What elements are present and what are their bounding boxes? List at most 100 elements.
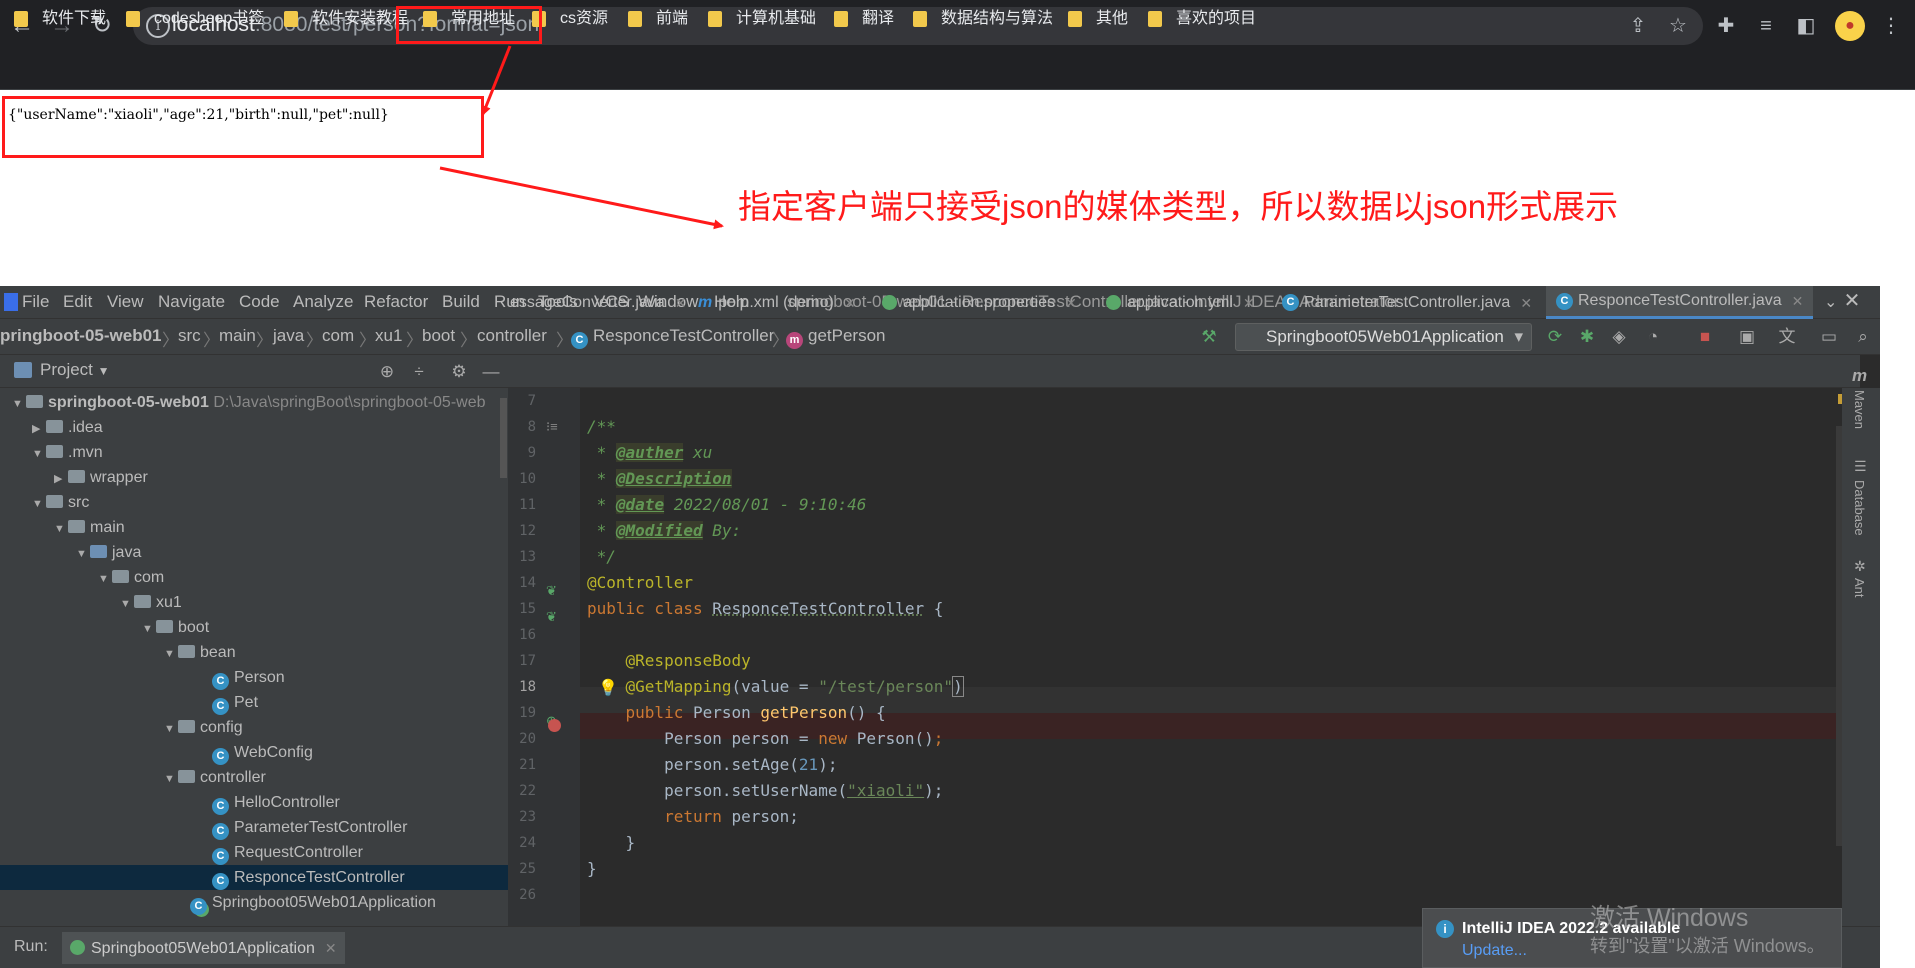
tab-application-properties[interactable]: application.properties ✕ bbox=[882, 286, 1077, 319]
collapse-all-icon[interactable]: ÷ bbox=[406, 359, 432, 385]
menu-view[interactable]: View bbox=[107, 292, 144, 312]
close-icon[interactable]: ✕ bbox=[844, 287, 856, 319]
close-icon[interactable]: ✕ bbox=[1520, 287, 1532, 319]
code-line-13[interactable]: */ bbox=[587, 544, 616, 570]
locate-icon[interactable]: ⊕ bbox=[374, 359, 400, 385]
run-config-selector[interactable]: Springboot05Web01Application ▾ bbox=[1235, 323, 1532, 351]
tree-item-com[interactable]: ▼ com bbox=[0, 565, 508, 590]
tree-item-hellocontroller[interactable]: C HelloController bbox=[0, 790, 508, 815]
rerun-icon[interactable]: ⟳ bbox=[1542, 324, 1568, 350]
tool-maven[interactable]: Maven bbox=[1852, 390, 1867, 429]
code-line-15[interactable]: public class ResponceTestController { bbox=[587, 596, 943, 622]
code-line-9[interactable]: * @auther xu bbox=[587, 440, 712, 466]
ant-icon[interactable]: ✲ bbox=[1854, 558, 1866, 575]
project-view-selector[interactable]: Project ▼ bbox=[40, 360, 110, 380]
coverage-icon[interactable]: ◈ bbox=[1606, 324, 1632, 350]
tab-overflow-chevron-icon[interactable]: ⌄ bbox=[1824, 286, 1837, 319]
menu-analyze[interactable]: Analyze bbox=[293, 292, 353, 312]
breadcrumb-src[interactable]: src bbox=[178, 326, 201, 346]
debug-icon[interactable]: ✱ bbox=[1574, 324, 1600, 350]
layout-icon[interactable]: ▭ bbox=[1816, 324, 1842, 350]
spring-bean-gutter-icon[interactable]: ❦ bbox=[546, 609, 557, 625]
breadcrumb-controller[interactable]: controller bbox=[477, 326, 547, 346]
tree-item-responcetestcontroller[interactable]: C ResponceTestController bbox=[0, 865, 508, 890]
breadcrumb-main[interactable]: main bbox=[219, 326, 256, 346]
tab-application-yml[interactable]: application.yml ✕ bbox=[1106, 286, 1255, 319]
code-line-19[interactable]: public Person getPerson() { bbox=[587, 700, 886, 726]
menu-file[interactable]: File bbox=[22, 292, 49, 312]
tree-item-controller[interactable]: ▼ controller bbox=[0, 765, 508, 790]
code-line-22[interactable]: person.setUserName("xiaoli"); bbox=[587, 778, 943, 804]
stop-icon[interactable]: ■ bbox=[1692, 324, 1718, 350]
tree-item-webconfig[interactable]: C WebConfig bbox=[0, 740, 508, 765]
close-icon[interactable]: ✕ bbox=[1792, 286, 1804, 317]
tree-item-parametertestcontroller[interactable]: C ParameterTestController bbox=[0, 815, 508, 840]
tree-item-project-root[interactable]: ▼ springboot-05-web01 D:\Java\springBoot\… bbox=[0, 390, 508, 415]
breadcrumb-xu1[interactable]: xu1 bbox=[375, 326, 402, 346]
doc-render-icon[interactable]: ⁝≡ bbox=[546, 419, 558, 435]
close-icon[interactable]: ✕ bbox=[675, 287, 687, 319]
breadcrumb-class[interactable]: C ResponceTestController bbox=[571, 326, 774, 349]
tree-item-pet[interactable]: C Pet bbox=[0, 690, 508, 715]
breadcrumb-project[interactable]: pringboot-05-web01 bbox=[0, 326, 162, 346]
code-line-11[interactable]: * @date 2022/08/01 - 9:10:46 bbox=[587, 492, 866, 518]
tree-item-idea[interactable]: ▶ .idea bbox=[0, 415, 508, 440]
code-line-14[interactable]: @Controller bbox=[587, 570, 693, 596]
menu-build[interactable]: Build bbox=[442, 292, 480, 312]
gear-icon[interactable]: ⚙ bbox=[446, 359, 472, 385]
tool-ant[interactable]: Ant bbox=[1852, 578, 1867, 598]
run-config-dropdown[interactable]: Springboot05Web01Application ▾ bbox=[1235, 323, 1532, 351]
menu-navigate[interactable]: Navigate bbox=[158, 292, 225, 312]
breakpoint-icon[interactable] bbox=[548, 719, 561, 732]
breadcrumb-boot[interactable]: boot bbox=[422, 326, 455, 346]
tree-item-config[interactable]: ▼ config bbox=[0, 715, 508, 740]
code-line-12[interactable]: * @Modified By: bbox=[587, 518, 741, 544]
code-line-21[interactable]: person.setAge(21); bbox=[587, 752, 837, 778]
project-structure-icon[interactable]: ▣ bbox=[1734, 324, 1760, 350]
code-line-25[interactable]: } bbox=[587, 856, 597, 882]
tree-item-src[interactable]: ▼ src bbox=[0, 490, 508, 515]
code-line-18[interactable]: @GetMapping(value = "/test/person") bbox=[587, 674, 964, 700]
menu-code[interactable]: Code bbox=[239, 292, 280, 312]
close-icon[interactable]: ✕ bbox=[1065, 287, 1077, 319]
close-icon[interactable]: ✕ bbox=[1832, 288, 1872, 313]
tree-item-mvn[interactable]: ▼ .mvn bbox=[0, 440, 508, 465]
tree-item-requestcontroller[interactable]: C RequestController bbox=[0, 840, 508, 865]
menu-edit[interactable]: Edit bbox=[63, 292, 92, 312]
close-icon[interactable]: ✕ bbox=[325, 940, 337, 956]
search-icon[interactable]: ⌕ bbox=[1850, 324, 1876, 350]
translate-icon[interactable]: 文 bbox=[1774, 324, 1800, 350]
breadcrumb-java[interactable]: java bbox=[273, 326, 304, 346]
tab-responcetestcontroller[interactable]: C ResponceTestController.java ✕ bbox=[1546, 286, 1814, 319]
maven-icon[interactable]: m bbox=[1852, 366, 1867, 386]
tree-item-boot[interactable]: ▼ boot bbox=[0, 615, 508, 640]
hide-panel-icon[interactable]: — bbox=[478, 359, 504, 385]
code-line-20[interactable]: Person person = new Person(); bbox=[587, 726, 943, 752]
tab-messageconverter[interactable]: essageConverter.java ✕ bbox=[510, 286, 687, 319]
tree-item-xu1[interactable]: ▼ xu1 bbox=[0, 590, 508, 615]
tree-item-person[interactable]: C Person bbox=[0, 665, 508, 690]
tree-item-bean[interactable]: ▼ bean bbox=[0, 640, 508, 665]
tree-item-main[interactable]: ▼ main bbox=[0, 515, 508, 540]
breadcrumb-com[interactable]: com bbox=[322, 326, 354, 346]
tool-database[interactable]: Database bbox=[1852, 480, 1867, 536]
run-tab[interactable]: Springboot05Web01Application ✕ bbox=[62, 932, 345, 964]
breadcrumb-method[interactable]: m getPerson bbox=[786, 326, 886, 349]
tab-pom[interactable]: m pom.xml (demo) ✕ bbox=[698, 286, 856, 319]
code-line-23[interactable]: return person; bbox=[587, 804, 799, 830]
build-hammer-icon[interactable]: ⚒ bbox=[1196, 324, 1222, 350]
code-line-8[interactable]: /** bbox=[587, 414, 616, 440]
close-icon[interactable]: ✕ bbox=[1243, 287, 1255, 319]
menu-refactor[interactable]: Refactor bbox=[364, 292, 428, 312]
profiler-icon[interactable]: ◔ bbox=[1640, 324, 1666, 350]
tree-item-java[interactable]: ▼ java bbox=[0, 540, 508, 565]
tree-item-wrapper[interactable]: ▶ wrapper bbox=[0, 465, 508, 490]
code-line-17[interactable]: @ResponseBody bbox=[587, 648, 751, 674]
tab-parametertestcontroller[interactable]: C ParameterTestController.java ✕ bbox=[1282, 286, 1532, 319]
tree-item-application[interactable]: C Springboot05Web01Application bbox=[0, 890, 508, 915]
code-line-10[interactable]: * @Description bbox=[587, 466, 732, 492]
spring-bean-gutter-icon[interactable]: ❦ bbox=[546, 583, 557, 599]
update-link[interactable]: Update... bbox=[1462, 942, 1527, 960]
database-icon[interactable]: ☰ bbox=[1854, 458, 1867, 475]
code-line-24[interactable]: } bbox=[587, 830, 636, 856]
